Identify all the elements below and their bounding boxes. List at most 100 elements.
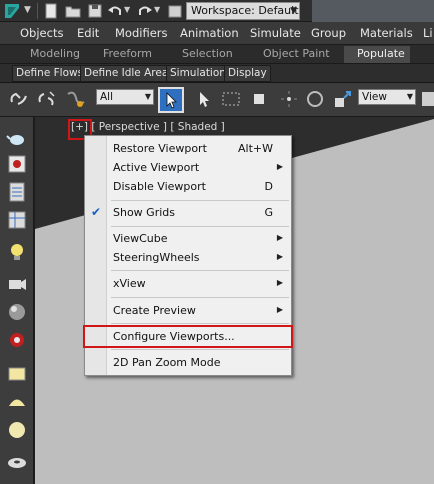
menu-objects[interactable]: Objects [20, 26, 63, 40]
viewport-view-shading-label[interactable]: [ Perspective ] [ Shaded ] [91, 121, 224, 133]
sphere-object-icon[interactable] [6, 419, 28, 441]
submenu-arrow-icon: ▶ [276, 162, 283, 171]
select-and-link-icon[interactable] [8, 88, 30, 110]
grid-panel-icon[interactable] [6, 209, 28, 231]
selection-filter-value: All [100, 91, 114, 103]
tab-populate[interactable]: Populate [357, 47, 405, 60]
workspace-dropdown[interactable]: Workspace: Default ▼ [186, 2, 300, 20]
menu-lighting[interactable]: Li [423, 26, 433, 40]
render-frame-icon[interactable] [6, 153, 28, 175]
select-and-scale-icon[interactable] [332, 88, 354, 110]
menu-item-disable-viewport[interactable]: Disable Viewport D [85, 177, 291, 197]
menu-simulate[interactable]: Simulate [250, 26, 301, 40]
menu-modifiers[interactable]: Modifiers [115, 26, 168, 40]
subtab-define-idle-areas[interactable]: Define Idle Areas [80, 65, 178, 82]
menu-animation[interactable]: Animation [180, 26, 239, 40]
subtab-simulation[interactable]: Simulation [166, 65, 230, 82]
render-setup-icon[interactable] [6, 329, 28, 351]
viewport-context-menu: Restore Viewport Alt+W Active Viewport ▶… [83, 135, 293, 376]
unlink-selection-icon[interactable] [36, 88, 58, 110]
menu-bar: Objects Edit Modifiers Animation Simulat… [0, 22, 434, 45]
menu-item-viewcube[interactable]: ViewCube ▶ [85, 229, 291, 249]
selection-filter-dropdown[interactable]: All ▼ [96, 89, 154, 105]
menu-item-label: 2D Pan Zoom Mode [113, 356, 221, 369]
tab-freeform[interactable]: Freeform [103, 47, 152, 60]
app-menu-arrow-icon[interactable]: ▼ [24, 5, 34, 23]
menu-item-shortcut: Alt+W [238, 142, 273, 155]
hemisphere-object-icon[interactable] [6, 391, 28, 413]
camera-icon[interactable] [6, 273, 28, 295]
select-by-name-icon[interactable] [194, 88, 216, 110]
submenu-arrow-icon: ▶ [276, 305, 283, 314]
pivot-center-icon[interactable] [420, 88, 434, 110]
separator [37, 3, 38, 19]
viewport-plus-menu[interactable]: [+] [71, 121, 88, 133]
menu-item-label: Disable Viewport [113, 180, 206, 193]
undo-dropdown-icon[interactable]: ▼ [124, 5, 132, 23]
menu-item-restore-viewport[interactable]: Restore Viewport Alt+W [85, 139, 291, 159]
menu-item-label: Show Grids [113, 206, 175, 219]
new-file-icon[interactable] [42, 2, 60, 20]
menu-separator [111, 270, 289, 271]
teapot-icon[interactable] [6, 127, 28, 149]
save-icon[interactable] [86, 2, 104, 20]
redo-icon[interactable] [136, 2, 154, 20]
subtab-define-flows[interactable]: Define Flows [12, 65, 88, 82]
menu-materials[interactable]: Materials [360, 26, 413, 40]
torus-object-icon[interactable] [6, 449, 28, 471]
rectangular-selection-region-icon[interactable] [220, 88, 242, 110]
redo-dropdown-icon[interactable]: ▼ [154, 5, 162, 23]
menu-item-create-preview[interactable]: Create Preview ▶ [85, 301, 291, 321]
menu-separator [111, 200, 289, 201]
menu-separator [111, 349, 289, 350]
project-folder-icon[interactable] [166, 2, 184, 20]
list-panel-icon[interactable] [6, 181, 28, 203]
select-object-icon[interactable] [158, 87, 184, 113]
app-logo-icon[interactable] [2, 1, 22, 21]
ribbon-subtabs: Define Flows Define Idle Areas Simulatio… [0, 64, 434, 83]
ribbon-tabs: Modeling Freeform Selection Object Paint… [0, 45, 434, 64]
menu-group[interactable]: Group [311, 26, 346, 40]
undo-icon[interactable] [106, 2, 124, 20]
menu-item-label: xView [113, 277, 146, 290]
menu-item-label: Active Viewport [113, 161, 200, 174]
subtab-display[interactable]: Display [224, 65, 271, 82]
submenu-arrow-icon: ▶ [276, 252, 283, 261]
tab-modeling[interactable]: Modeling [30, 47, 80, 60]
menu-item-shortcut: G [264, 206, 273, 219]
material-sphere-icon[interactable] [6, 301, 28, 323]
menu-item-xview[interactable]: xView ▶ [85, 274, 291, 294]
reference-coordinate-value: View [362, 91, 387, 103]
menu-separator [111, 226, 289, 227]
window-crossing-icon[interactable] [248, 88, 270, 110]
bind-to-space-warp-icon[interactable] [64, 88, 86, 110]
menu-item-show-grids[interactable]: ✔ Show Grids G [85, 203, 291, 223]
submenu-arrow-icon: ▶ [276, 233, 283, 242]
menu-item-active-viewport[interactable]: Active Viewport ▶ [85, 158, 291, 178]
menu-separator [111, 297, 289, 298]
plane-object-icon[interactable] [6, 363, 28, 385]
title-bar: ▼ ▼ ▼ Workspace: Default ▼ [0, 0, 434, 22]
chevron-down-icon: ▼ [290, 6, 297, 16]
menu-edit[interactable]: Edit [77, 26, 99, 40]
menu-item-label: Create Preview [113, 304, 196, 317]
menu-item-2d-pan-zoom-mode[interactable]: 2D Pan Zoom Mode [85, 353, 291, 373]
menu-separator [111, 323, 289, 324]
workspace-label: Workspace: Default [191, 4, 299, 17]
tab-object-paint[interactable]: Object Paint [263, 47, 330, 60]
main-toolbar: All ▼ View ▼ [0, 83, 434, 117]
menu-item-label: Restore Viewport [113, 142, 207, 155]
tab-selection[interactable]: Selection [182, 47, 233, 60]
title-bar-right [312, 0, 434, 22]
light-bulb-icon[interactable] [6, 241, 28, 263]
open-folder-icon[interactable] [64, 2, 82, 20]
chevron-down-icon: ▼ [406, 92, 413, 101]
submenu-arrow-icon: ▶ [276, 278, 283, 287]
select-and-rotate-icon[interactable] [304, 88, 326, 110]
select-and-move-icon[interactable] [278, 88, 300, 110]
reference-coordinate-dropdown[interactable]: View ▼ [358, 89, 416, 105]
menu-item-label: ViewCube [113, 232, 168, 245]
menu-item-steeringwheels[interactable]: SteeringWheels ▶ [85, 248, 291, 268]
left-toolbar [0, 117, 34, 484]
configure-viewports-highlight [83, 325, 293, 348]
